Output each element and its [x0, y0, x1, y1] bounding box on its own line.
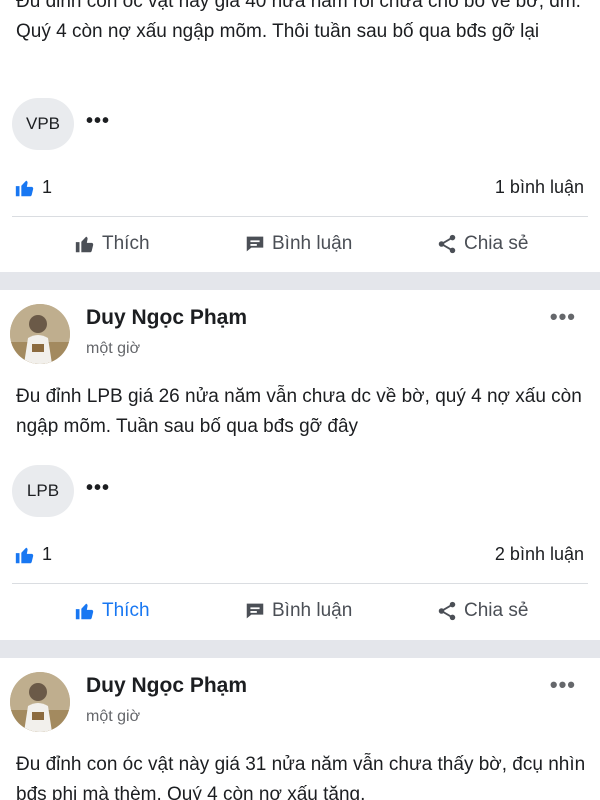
author-name[interactable]: Duy Ngọc Phạm [86, 306, 247, 330]
divider [12, 583, 588, 584]
more-options-icon[interactable]: ••• [550, 672, 576, 698]
like-label: Thích [102, 600, 150, 621]
comment-icon [246, 236, 264, 252]
post-3-text: Đu đỉnh con óc vật này giá 31 nửa năm vẫ… [16, 754, 586, 800]
like-label: Thích [102, 233, 150, 254]
post-2: Duy Ngọc Phạm một giờ ••• Đu đỉnh LPB gi… [0, 290, 600, 640]
comment-icon [246, 603, 264, 619]
comment-label: Bình luận [272, 233, 353, 254]
comment-count[interactable]: 1 bình luận [495, 177, 584, 198]
thumbs-up-icon [75, 603, 94, 620]
like-reaction-icon[interactable] [14, 177, 36, 199]
post-2-header: Duy Ngọc Phạm một giờ ••• [0, 290, 600, 364]
post-1-text: Đu đỉnh con óc vật này giá 40 nửa năm rồ… [16, 0, 581, 42]
tag-more-icon[interactable]: ••• [86, 110, 110, 133]
like-reaction-icon[interactable] [14, 544, 36, 566]
post-3: Duy Ngọc Phạm một giờ ••• Đu đỉnh con óc… [0, 658, 600, 800]
avatar[interactable] [10, 304, 70, 364]
comment-button[interactable]: Bình luận [244, 597, 352, 625]
tag-more-icon[interactable]: ••• [86, 477, 110, 500]
share-label: Chia sẻ [464, 233, 529, 254]
more-options-icon[interactable]: ••• [550, 304, 576, 330]
avatar-photo [10, 672, 70, 732]
like-button[interactable]: Thích [74, 230, 150, 258]
ticker-tag-vpb[interactable]: VPB [12, 98, 74, 150]
ticker-tag-lpb[interactable]: LPB [12, 465, 74, 517]
comment-button[interactable]: Bình luận [244, 230, 352, 258]
post-separator [0, 272, 600, 290]
share-button[interactable]: Chia sẻ [436, 230, 528, 258]
post-time[interactable]: một giờ [86, 708, 140, 726]
post-1: Đu đỉnh con óc vật này giá 40 nửa năm rồ… [0, 0, 600, 272]
post-separator [0, 640, 600, 658]
share-icon [438, 601, 456, 621]
share-button[interactable]: Chia sẻ [436, 597, 528, 625]
share-label: Chia sẻ [464, 600, 529, 621]
post-2-stats: 1 2 bình luận [0, 540, 600, 570]
like-button[interactable]: Thích [74, 597, 150, 625]
divider [12, 216, 588, 217]
post-1-stats: 1 1 bình luận [0, 173, 600, 203]
avatar-photo [10, 304, 70, 364]
share-icon [438, 234, 456, 254]
post-1-actions: Thích Bình luận Chia sẻ [0, 222, 600, 266]
post-2-actions: Thích Bình luận Chia sẻ [0, 589, 600, 633]
author-name[interactable]: Duy Ngọc Phạm [86, 674, 247, 698]
comment-count[interactable]: 2 bình luận [495, 544, 584, 565]
post-2-text: Đu đỉnh LPB giá 26 nửa năm vẫn chưa dc v… [16, 386, 582, 437]
like-count[interactable]: 1 [42, 177, 52, 198]
avatar[interactable] [10, 672, 70, 732]
comment-label: Bình luận [272, 600, 353, 621]
post-time[interactable]: một giờ [86, 340, 140, 358]
like-count[interactable]: 1 [42, 544, 52, 565]
post-3-header: Duy Ngọc Phạm một giờ ••• [0, 658, 600, 732]
thumbs-up-icon [75, 236, 94, 253]
